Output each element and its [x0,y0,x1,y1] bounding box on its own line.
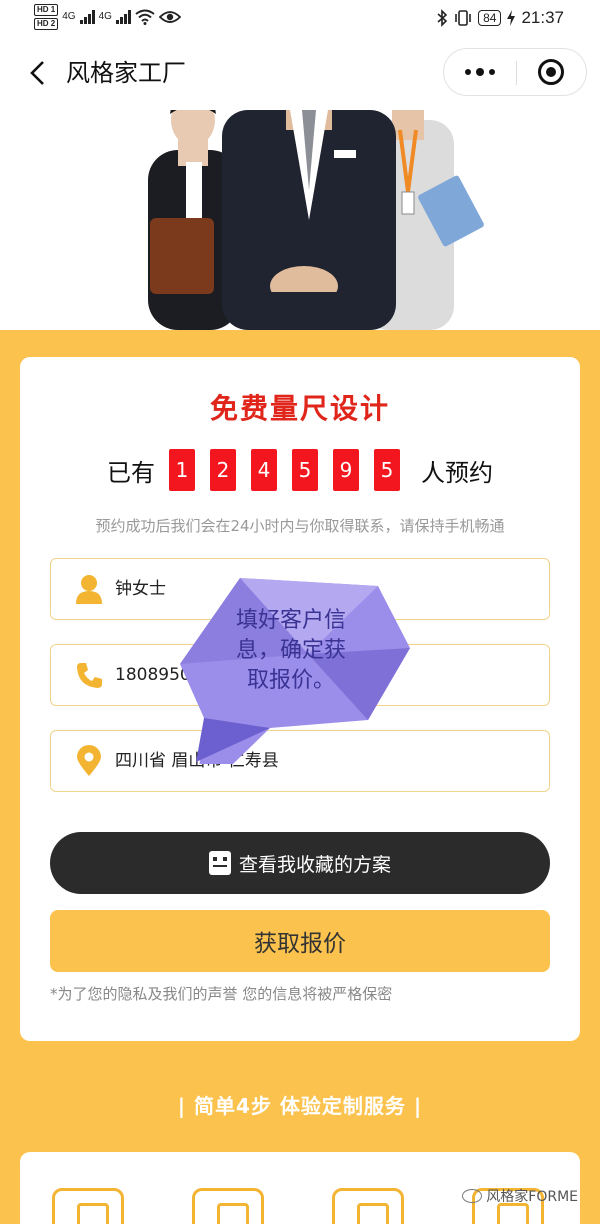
status-bar: HD 1 HD 2 4G 4G 84 21:37 [0,0,600,36]
page-title: 风格家工厂 [66,59,186,87]
more-icon[interactable] [444,49,516,95]
wifi-icon [135,9,155,25]
view-favorites-label: 查看我收藏的方案 [238,853,391,876]
bluetooth-icon [437,9,448,27]
bubble-text: 填好客户信 息，确定获 取报价。 [216,606,366,696]
battery-level: 84 [478,10,502,26]
counter-digit: 5 [292,449,318,491]
get-quote-label: 获取报价 [254,931,346,957]
counter-digit: 1 [169,449,195,491]
step-design-icon [192,1188,264,1224]
hd-2-label: HD 2 [34,18,59,30]
form-title: 免费量尺设计 [209,392,390,425]
user-icon [73,573,105,605]
wechat-icon [462,1189,483,1203]
bubble-line: 息，确定获 [235,638,346,663]
hd-indicator: HD 1 HD 2 [34,4,59,30]
phone-icon [73,659,105,691]
status-left: HD 1 HD 2 4G 4G [34,4,181,30]
counter-prefix: 已有 [107,458,155,487]
hero-banner-image [0,110,600,330]
signal-1-icon [79,10,95,24]
nav-bar: 风格家工厂 [0,36,600,110]
step-produce-icon [332,1188,404,1224]
location-pin-icon [73,745,105,777]
signal-2-icon [115,10,131,24]
name-value: 钟女士 [115,579,166,599]
network-2-label: 4G [98,11,112,22]
counter-digit: 2 [210,449,236,491]
network-1-label: 4G [62,11,76,22]
counter-digit: 4 [251,449,277,491]
mini-program-capsule [443,48,587,96]
get-quote-button[interactable]: 获取报价 [50,910,550,972]
bubble-line: 取报价。 [246,668,335,693]
steps-heading: | 简单4步 体验定制服务 | [177,1094,423,1118]
counter-digit: 9 [333,449,359,491]
bubble-line: 填好客户信 [235,608,346,633]
watermark: 风格家FORME [462,1186,578,1206]
step-measure-icon [52,1188,124,1224]
contact-notice: 预约成功后我们会在24小时内与你取得联系，请保持手机畅通 [95,517,505,535]
hd-1-label: HD 1 [34,4,59,16]
watermark-text: 风格家FORME [486,1189,578,1205]
close-target-icon[interactable] [538,59,564,85]
status-right: 84 21:37 [436,8,564,28]
privacy-note: *为了您的隐私及我们的声誉 您的信息将被严格保密 [50,985,393,1003]
robot-doc-icon [208,851,231,875]
back-icon[interactable] [22,56,52,90]
counter-suffix: 人预约 [421,458,493,487]
view-favorites-button[interactable]: 查看我收藏的方案 [50,832,550,894]
vibrate-icon [455,10,471,26]
capsule-divider [516,61,517,85]
counter-digit: 5 [374,449,400,491]
charging-icon [507,10,516,26]
clock: 21:37 [521,8,564,27]
booking-counter: 已有 1 2 4 5 9 5 人预约 [20,449,580,491]
eye-icon [158,11,181,23]
staff-illustration [148,110,484,330]
